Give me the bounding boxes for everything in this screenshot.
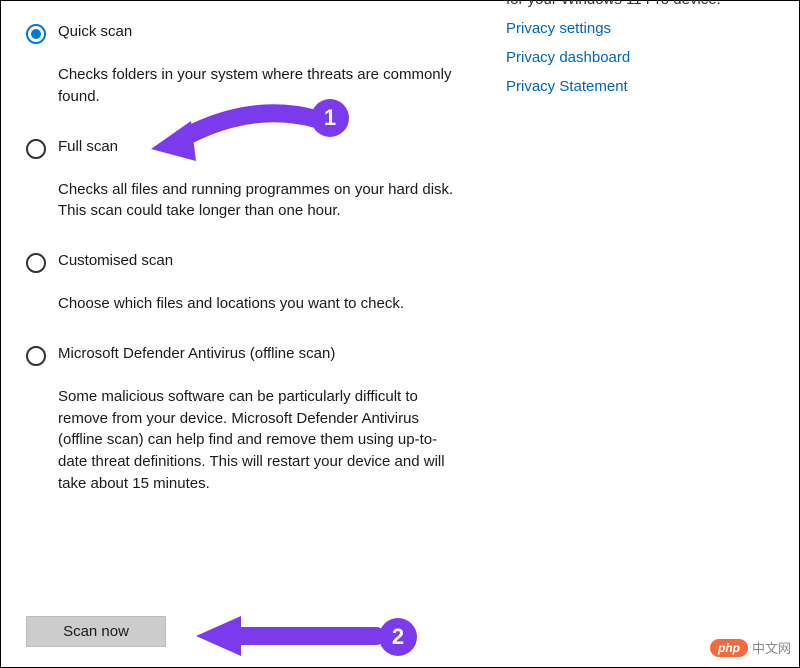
scan-options-panel: Quick scan Checks folders in your system… [1,1,476,667]
radio-offline-scan[interactable] [26,346,46,366]
option-desc-quick: Checks folders in your system where thre… [58,64,466,108]
option-desc-offline: Some malicious software can be particula… [58,386,466,495]
radio-quick-scan[interactable] [26,24,46,44]
scan-option-custom[interactable]: Customised scan [26,252,466,273]
scan-option-offline[interactable]: Microsoft Defender Antivirus (offline sc… [26,345,466,366]
option-label-offline: Microsoft Defender Antivirus (offline sc… [58,345,335,362]
scan-now-button[interactable]: Scan now [26,616,166,647]
scan-option-quick[interactable]: Quick scan [26,23,466,44]
option-label-quick: Quick scan [58,23,132,40]
radio-full-scan[interactable] [26,139,46,159]
option-label-custom: Customised scan [58,252,173,269]
option-label-full: Full scan [58,138,118,155]
sidebar-truncated-text: for your Windows 11 Pro device. [506,0,779,8]
link-privacy-settings[interactable]: Privacy settings [506,20,779,37]
link-privacy-dashboard[interactable]: Privacy dashboard [506,49,779,66]
option-desc-custom: Choose which files and locations you wan… [58,293,466,315]
radio-custom-scan[interactable] [26,253,46,273]
link-privacy-statement[interactable]: Privacy Statement [506,78,779,95]
scan-option-full[interactable]: Full scan [26,138,466,159]
option-desc-full: Checks all files and running programmes … [58,179,466,223]
sidebar-links: for your Windows 11 Pro device. Privacy … [476,1,799,667]
